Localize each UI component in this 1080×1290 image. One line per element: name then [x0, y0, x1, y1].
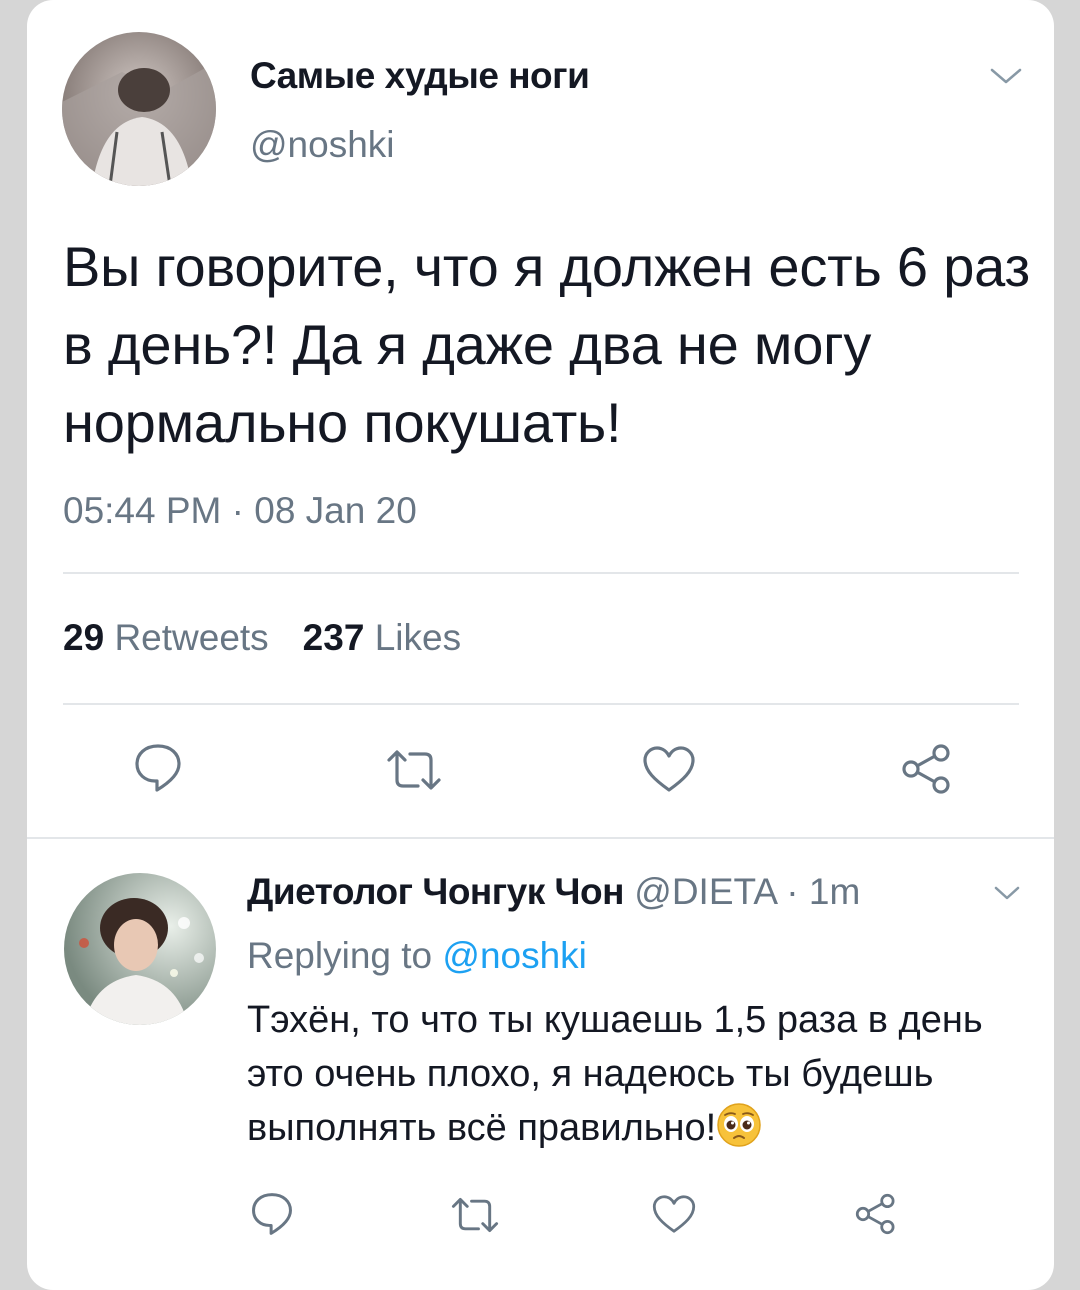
share-icon[interactable]	[899, 742, 955, 796]
reply-text-container: Тэхён, то что ты кушаешь 1,5 раза в день…	[247, 993, 1037, 1155]
heart-icon[interactable]	[641, 744, 697, 794]
chevron-down-icon[interactable]	[993, 884, 1021, 902]
author-handle[interactable]: @noshki	[250, 124, 395, 166]
reply-text: Тэхён, то что ты кушаешь 1,5 раза в день…	[247, 999, 983, 1149]
tweet-text: Вы говорите, что я должен есть 6 раз в д…	[63, 235, 1030, 454]
heart-icon[interactable]	[651, 1193, 697, 1235]
author-display-name[interactable]: Самые худые ноги	[250, 55, 590, 97]
reply-icon[interactable]	[133, 742, 183, 794]
pleading-face-emoji	[716, 1102, 762, 1148]
chevron-down-icon[interactable]	[989, 66, 1023, 86]
tweet-timestamp: 05:44 PM · 08 Jan 20	[63, 490, 417, 531]
replying-to: Replying to @noshki	[247, 935, 587, 976]
divider	[63, 703, 1019, 705]
reply-author-name[interactable]: Диетолог Чонгук Чон	[247, 871, 625, 912]
share-icon[interactable]	[853, 1192, 899, 1236]
reply-header: Диетолог Чонгук Чон @DIETA · 1m	[247, 871, 860, 913]
likes-stat[interactable]: 237 Likes	[303, 617, 461, 658]
tweet-stats: 29 Retweets 237 Likes	[63, 617, 461, 659]
replying-to-link[interactable]: @noshki	[442, 935, 587, 976]
retweets-stat[interactable]: 29 Retweets	[63, 617, 269, 658]
reply-time: · 1m	[786, 871, 861, 912]
reply-author-handle[interactable]: @DIETA	[634, 871, 776, 912]
reply-author-avatar[interactable]	[64, 873, 216, 1025]
author-avatar[interactable]	[62, 32, 216, 186]
retweet-icon[interactable]	[384, 748, 444, 792]
retweet-icon[interactable]	[449, 1196, 501, 1234]
section-divider	[27, 837, 1054, 839]
reply-icon[interactable]	[250, 1191, 294, 1237]
divider	[63, 572, 1019, 574]
tweet-detail-card: Самые худые ноги @noshki Вы говорите, чт…	[27, 0, 1054, 1290]
